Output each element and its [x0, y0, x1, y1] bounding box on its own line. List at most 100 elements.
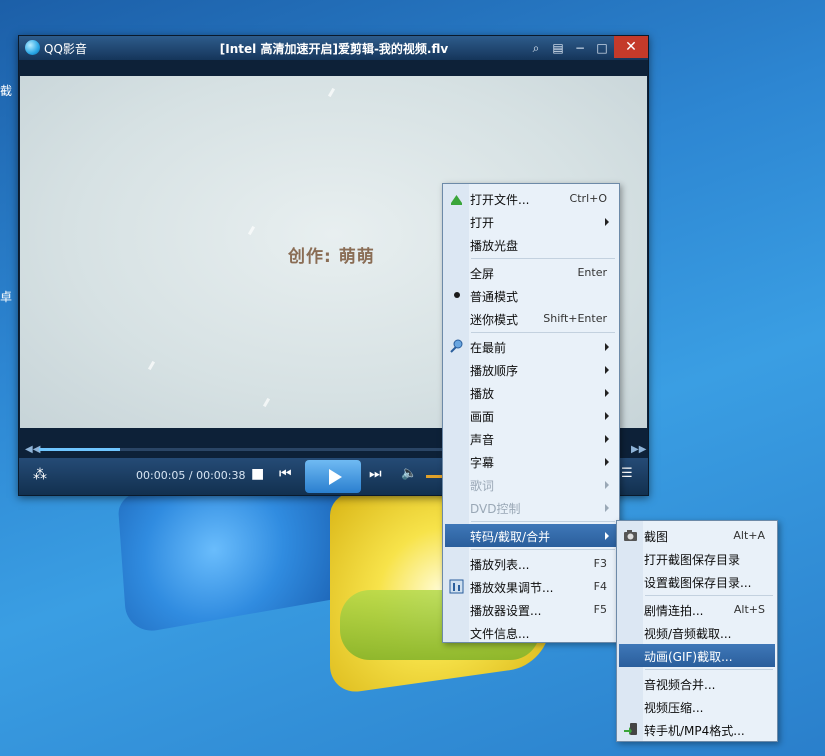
menu-item-0[interactable]: 打开文件... Ctrl+O: [445, 187, 617, 210]
menu-shortcut: Alt+S: [733, 603, 765, 616]
pin-icon: [449, 339, 464, 354]
menu-item-label: 播放器设置...: [470, 604, 542, 618]
menu-item-label: 普通模式: [470, 290, 519, 304]
menu-item-20[interactable]: 播放效果调节... F4: [445, 575, 617, 598]
next-icon[interactable]: ⏭: [369, 466, 382, 482]
menu-item-label: 打开: [470, 216, 495, 230]
maximize-icon[interactable]: □: [593, 39, 611, 57]
menu-item-1[interactable]: 打开: [445, 210, 617, 233]
seek-forward-icon[interactable]: ▶▶: [631, 444, 646, 455]
seek-progress: [39, 448, 121, 451]
video-speck: [327, 87, 336, 98]
video-speck: [262, 397, 271, 408]
menu-item-10[interactable]: 播放: [445, 381, 617, 404]
menu-item-1[interactable]: 打开截图保存目录: [619, 547, 775, 570]
camera-icon: [623, 528, 638, 543]
open-file-icon: [449, 191, 464, 206]
submenu-arrow-icon: [605, 532, 609, 540]
menu-separator: [645, 595, 773, 596]
submenu-arrow-icon: [605, 343, 609, 351]
menu-item-8[interactable]: 在最前: [445, 335, 617, 358]
submenu-arrow-icon: [605, 481, 609, 489]
menu-item-15: DVD控制: [445, 496, 617, 519]
menu-item-label: 歌词: [470, 479, 495, 493]
context-menu: 打开文件... Ctrl+O 打开播放光盘全屏 Enter 普通模式迷你模式 Shift+…: [442, 183, 620, 643]
menu-item-label: 播放效果调节...: [470, 581, 554, 595]
title-bar[interactable]: QQ影音 [Intel 高清加速开启]爱剪辑-我的视频.flv ⌕ ▤ − □ …: [19, 36, 648, 60]
menu-shortcut: Enter: [577, 266, 607, 279]
menu-item-2[interactable]: 播放光盘: [445, 233, 617, 256]
effects-icon: [449, 579, 464, 594]
menu-shortcut: F4: [593, 580, 607, 593]
play-button[interactable]: [305, 460, 361, 493]
volume-icon[interactable]: 🔈: [401, 466, 417, 481]
menu-item-label: 打开文件...: [470, 193, 530, 207]
footprint-icon[interactable]: ⁂: [33, 467, 47, 483]
menu-item-label: 画面: [470, 410, 495, 424]
playlist-icon[interactable]: ☰: [621, 466, 633, 481]
time-display: 00:00:05 / 00:00:38: [136, 469, 246, 482]
menu-item-label: DVD控制: [470, 502, 521, 516]
window-title: [Intel 高清加速开启]爱剪辑-我的视频.flv: [219, 42, 449, 56]
menu-item-label: 设置截图保存目录...: [644, 576, 752, 590]
submenu-arrow-icon: [605, 366, 609, 374]
submenu-arrow-icon: [605, 412, 609, 420]
menu-item-label: 播放光盘: [470, 239, 519, 253]
menu-shortcut: F3: [593, 557, 607, 570]
menu-item-label: 视频/音频截取...: [644, 627, 732, 641]
submenu-arrow-icon: [605, 435, 609, 443]
menu-item-label: 在最前: [470, 341, 507, 355]
menu-separator: [471, 258, 615, 259]
menu-item-8[interactable]: 音视频合并...: [619, 672, 775, 695]
menu-item-19[interactable]: 播放列表... F3: [445, 552, 617, 575]
menu-item-6[interactable]: 迷你模式 Shift+Enter: [445, 307, 617, 330]
menu-item-4[interactable]: 全屏 Enter: [445, 261, 617, 284]
menu-separator: [471, 332, 615, 333]
menu-item-label: 全屏: [470, 267, 495, 281]
menu-item-label: 动画(GIF)截取...: [644, 650, 733, 664]
menu-item-5[interactable]: 视频/音频截取...: [619, 621, 775, 644]
submenu-arrow-icon: [605, 458, 609, 466]
menu-item-2[interactable]: 设置截图保存目录...: [619, 570, 775, 593]
menu-item-label: 音视频合并...: [644, 678, 716, 692]
menu-separator: [645, 669, 773, 670]
menu-item-label: 播放列表...: [470, 558, 530, 572]
submenu-arrow-icon: [605, 218, 609, 226]
menu-item-22[interactable]: 文件信息...: [445, 621, 617, 644]
stop-icon[interactable]: ■: [251, 466, 264, 482]
menu-item-6[interactable]: 动画(GIF)截取...: [619, 644, 775, 667]
menu-item-9[interactable]: 视频压缩...: [619, 695, 775, 718]
desktop-icon-label[interactable]: 截: [0, 82, 12, 99]
menu-item-label: 播放: [470, 387, 495, 401]
menu-item-9[interactable]: 播放顺序: [445, 358, 617, 381]
menu-item-label: 声音: [470, 433, 495, 447]
menu-item-17[interactable]: 转码/截取/合并: [445, 524, 617, 547]
menu-item-5[interactable]: 普通模式: [445, 284, 617, 307]
menu-item-11[interactable]: 画面: [445, 404, 617, 427]
close-button[interactable]: ✕: [614, 36, 648, 58]
radio-bullet-icon: [454, 292, 460, 298]
menu-item-label: 字幕: [470, 456, 495, 470]
menu-separator: [471, 549, 615, 550]
menu-item-label: 打开截图保存目录: [644, 553, 741, 567]
app-name: QQ影音: [44, 42, 87, 56]
menu-shortcut: Shift+Enter: [543, 312, 607, 325]
menu-item-label: 迷你模式: [470, 313, 519, 327]
menu-icon[interactable]: ▤: [549, 39, 567, 57]
menu-item-label: 转手机/MP4格式...: [644, 724, 745, 738]
desktop-icon-label[interactable]: 卓: [0, 288, 12, 305]
previous-icon[interactable]: ⏮: [279, 466, 292, 482]
menu-item-label: 截图: [644, 530, 669, 544]
menu-item-4[interactable]: 剧情连拍... Alt+S: [619, 598, 775, 621]
menu-item-0[interactable]: 截图 Alt+A: [619, 524, 775, 547]
skin-icon[interactable]: ⌕: [527, 39, 545, 57]
menu-item-12[interactable]: 声音: [445, 427, 617, 450]
menu-shortcut: F5: [593, 603, 607, 616]
play-icon: [329, 469, 342, 485]
menu-item-13[interactable]: 字幕: [445, 450, 617, 473]
menu-item-21[interactable]: 播放器设置... F5: [445, 598, 617, 621]
menu-separator: [471, 521, 615, 522]
menu-item-10[interactable]: 转手机/MP4格式...: [619, 718, 775, 741]
menu-item-label: 视频压缩...: [644, 701, 704, 715]
minimize-icon[interactable]: −: [571, 39, 589, 57]
